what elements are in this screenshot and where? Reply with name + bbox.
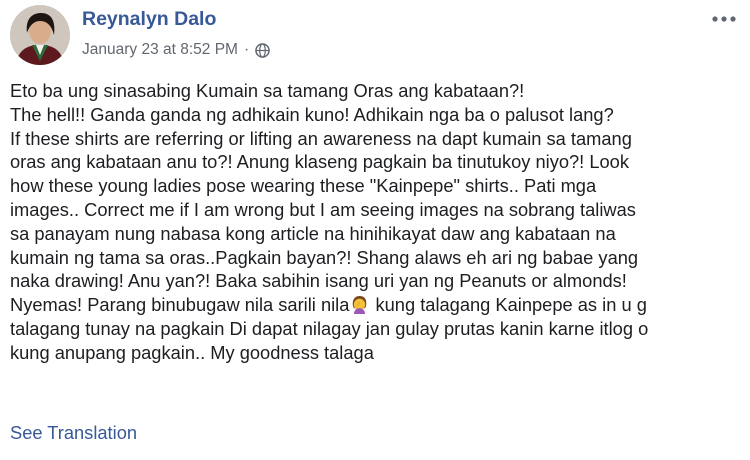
author-name[interactable]: Reynalyn Dalo [82, 8, 216, 31]
post-text-line: kung anupang pagkain.. My goodness talag… [10, 341, 374, 363]
post-timestamp[interactable]: January 23 at 8:52 PM [82, 41, 238, 59]
post-text: Eto ba ung sinasabing Kumain sa tamang O… [10, 79, 742, 365]
more-options-icon[interactable] [710, 11, 738, 27]
avatar-image [10, 5, 70, 65]
post-text-line: sa panayam nung nabasa kong article na h… [10, 222, 616, 244]
see-translation-link[interactable]: See Translation [10, 422, 137, 444]
post-header: Reynalyn Dalo January 23 at 8:52 PM · [10, 5, 740, 67]
globe-icon[interactable] [255, 42, 270, 58]
post-text-line: how these young ladies pose wearing thes… [10, 175, 597, 197]
post-text-line: images.. Correct me if I am wrong but I … [10, 198, 636, 220]
author-avatar[interactable] [10, 5, 70, 65]
meta-separator: · [243, 41, 250, 58]
post-meta: January 23 at 8:52 PM · [82, 41, 270, 59]
post-text-line: Eto ba ung sinasabing Kumain sa tamang O… [10, 80, 525, 101]
post-text-line-emoji: Nyemas! Parang binubugaw nila sarili nil… [10, 293, 742, 317]
emoji-line-before: Nyemas! Parang binubugaw nila sarili nil… [10, 294, 350, 316]
post-text-line: If these shirts are referring or lifting… [10, 127, 632, 149]
post-text-line: oras ang kabataan anu to?! Anung klaseng… [10, 151, 629, 173]
post-text-line: kumain ng tama sa oras..Pagkain bayan?! … [10, 246, 639, 268]
post-text-line: talagang tunay na pagkain Di dapat nilag… [10, 317, 649, 339]
woman-facepalming-emoji [353, 296, 367, 315]
post-text-line: naka drawing! Anu yan?! Baka sabihin isa… [10, 270, 627, 292]
post-text-line: The hell!! Ganda ganda ng adhikain kuno!… [10, 103, 614, 125]
emoji-line-after: kung talagang Kainpepe as in u g [370, 294, 647, 316]
